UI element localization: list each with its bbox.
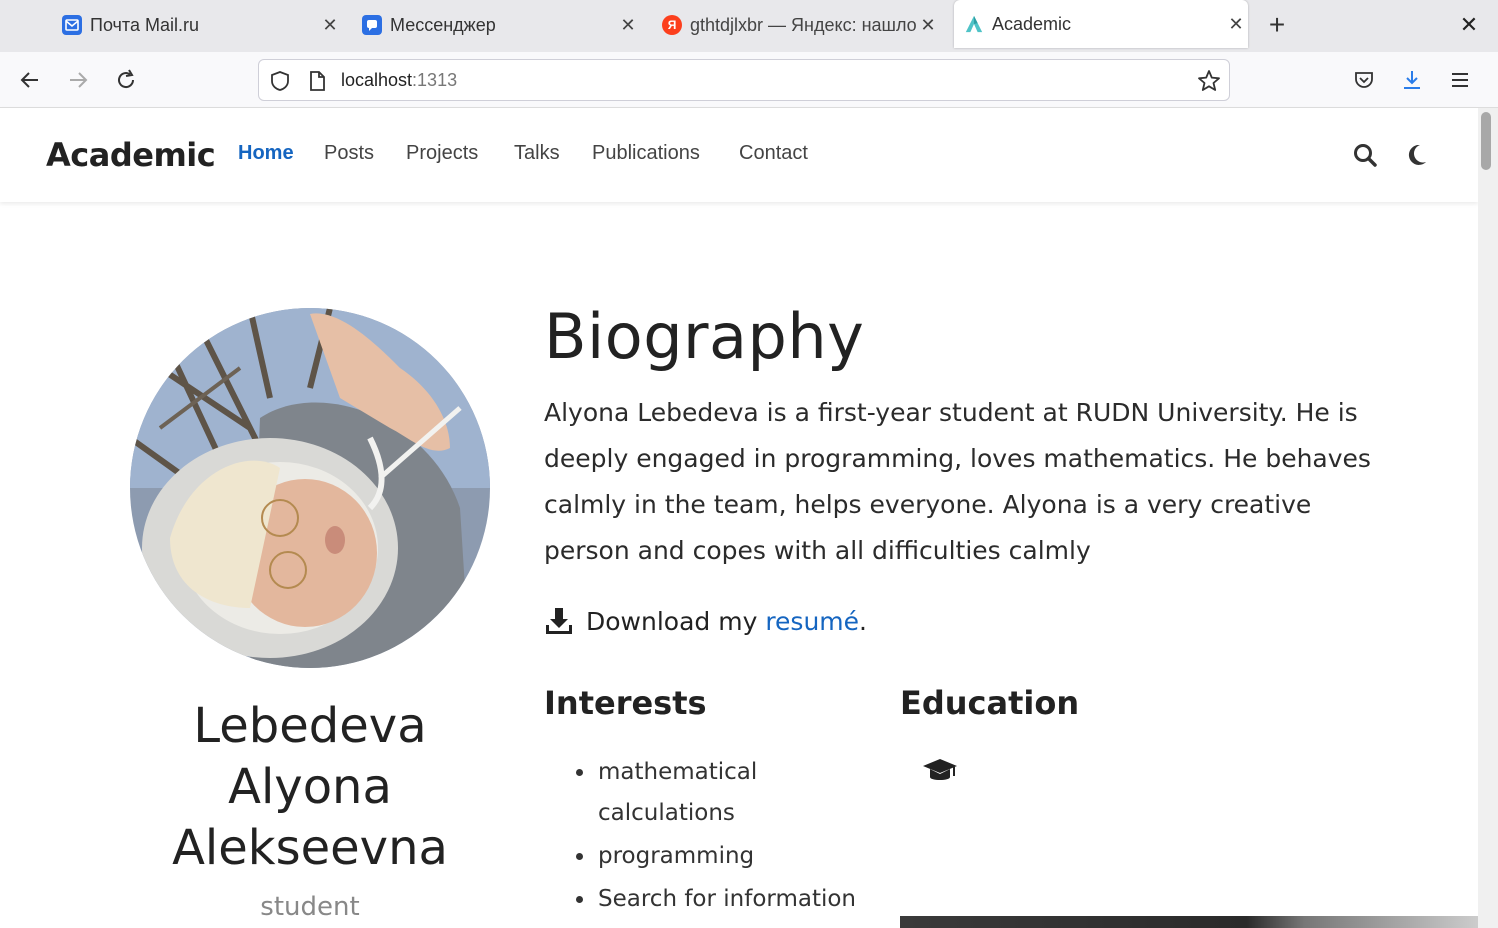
nav-link-home[interactable]: Home <box>238 142 294 165</box>
profile-role: student <box>260 892 360 922</box>
site-brand[interactable]: Academic <box>46 136 216 174</box>
resume-link[interactable]: resumé <box>765 607 859 636</box>
nav-link-publications[interactable]: Publications <box>592 142 700 165</box>
academic-icon <box>964 14 984 34</box>
close-icon[interactable]: ✕ <box>616 15 640 36</box>
close-icon[interactable]: ✕ <box>318 15 342 36</box>
biography-text: Alyona Lebedeva is a first-year student … <box>544 398 1371 565</box>
close-icon[interactable]: ✕ <box>916 15 940 36</box>
scrollbar-thumb[interactable] <box>1481 112 1491 170</box>
shield-icon[interactable] <box>269 70 291 92</box>
page-icon <box>310 71 325 91</box>
browser-tab-yandex[interactable]: Я gthtdjlxbr — Яндекс: нашлось ✕ <box>662 0 940 50</box>
close-icon[interactable]: ✕ <box>1224 14 1248 35</box>
biography-title: Biography <box>544 300 865 373</box>
name-line: Alekseevna <box>172 820 448 876</box>
url-host: localhost <box>341 70 413 90</box>
url-port: :1313 <box>412 70 458 90</box>
browser-tab-mail[interactable]: Почта Mail.ru ✕ <box>62 0 342 50</box>
messenger-icon <box>362 15 382 35</box>
mail-icon <box>62 15 82 35</box>
profile-avatar <box>130 308 490 668</box>
graduation-cap-icon <box>923 759 957 780</box>
reload-icon <box>118 69 135 89</box>
download-prefix: Download my <box>586 606 766 636</box>
bookmark-star-icon[interactable] <box>1197 69 1221 93</box>
nav-link-posts[interactable]: Posts <box>324 142 374 165</box>
browser-tab-bar: Почта Mail.ru ✕ Мессенджер ✕ Я gthtdjlxb… <box>0 0 1498 52</box>
profile-name: Lebedeva Alyona Alekseevna <box>110 696 510 879</box>
download-icon <box>1404 71 1420 89</box>
image-preview-edge <box>900 916 1478 928</box>
tab-title: gthtdjlxbr — Яндекс: нашлось <box>690 14 916 35</box>
new-tab-button[interactable]: + <box>1262 8 1292 42</box>
dark-mode-toggle[interactable] <box>1402 140 1432 170</box>
tab-title: Academic <box>992 13 1072 34</box>
arrow-right-icon <box>70 72 88 88</box>
interests-list: mathematical calculations programming Se… <box>574 752 874 922</box>
tab-title: Почта Mail.ru <box>90 14 199 35</box>
nav-link-talks[interactable]: Talks <box>514 142 560 165</box>
yandex-icon: Я <box>662 15 682 35</box>
nav-link-contact[interactable]: Contact <box>739 142 808 165</box>
url-text: localhost:1313 <box>341 70 457 91</box>
browser-tab-messenger[interactable]: Мессенджер ✕ <box>362 0 640 50</box>
arrow-left-icon <box>20 72 38 88</box>
browser-toolbar: localhost:1313 <box>0 52 1498 108</box>
interest-item: Search for information <box>574 879 874 920</box>
tab-title: Мессенджер <box>390 14 496 35</box>
search-button[interactable] <box>1350 140 1380 170</box>
downloads-button[interactable] <box>1394 62 1430 98</box>
page-scrollbar[interactable] <box>1478 108 1498 928</box>
site-navbar: Academic Home Posts Projects Talks Publi… <box>0 108 1478 202</box>
interest-item: mathematical calculations <box>574 752 774 834</box>
window-close-button[interactable]: ✕ <box>1456 8 1482 42</box>
forward-button[interactable] <box>60 62 96 98</box>
moon-icon <box>1408 144 1426 165</box>
name-line: Lebedeva <box>193 698 427 754</box>
interest-item: programming <box>574 836 874 877</box>
browser-tab-academic[interactable]: Academic ✕ <box>954 0 1248 48</box>
education-title: Education <box>900 684 1080 722</box>
download-suffix: . <box>859 606 867 636</box>
back-button[interactable] <box>12 62 48 98</box>
interests-title: Interests <box>544 684 707 722</box>
search-icon <box>1354 144 1377 167</box>
app-menu-button[interactable] <box>1442 62 1478 98</box>
address-bar[interactable]: localhost:1313 <box>258 59 1230 101</box>
reload-button[interactable] <box>108 62 144 98</box>
nav-link-projects[interactable]: Projects <box>406 142 478 165</box>
download-icon <box>546 608 572 634</box>
pocket-icon <box>1355 72 1373 88</box>
name-line: Alyona <box>228 759 392 815</box>
hamburger-menu-icon <box>1452 73 1468 87</box>
download-resume: Download my resumé. <box>544 606 867 636</box>
pocket-button[interactable] <box>1346 62 1382 98</box>
